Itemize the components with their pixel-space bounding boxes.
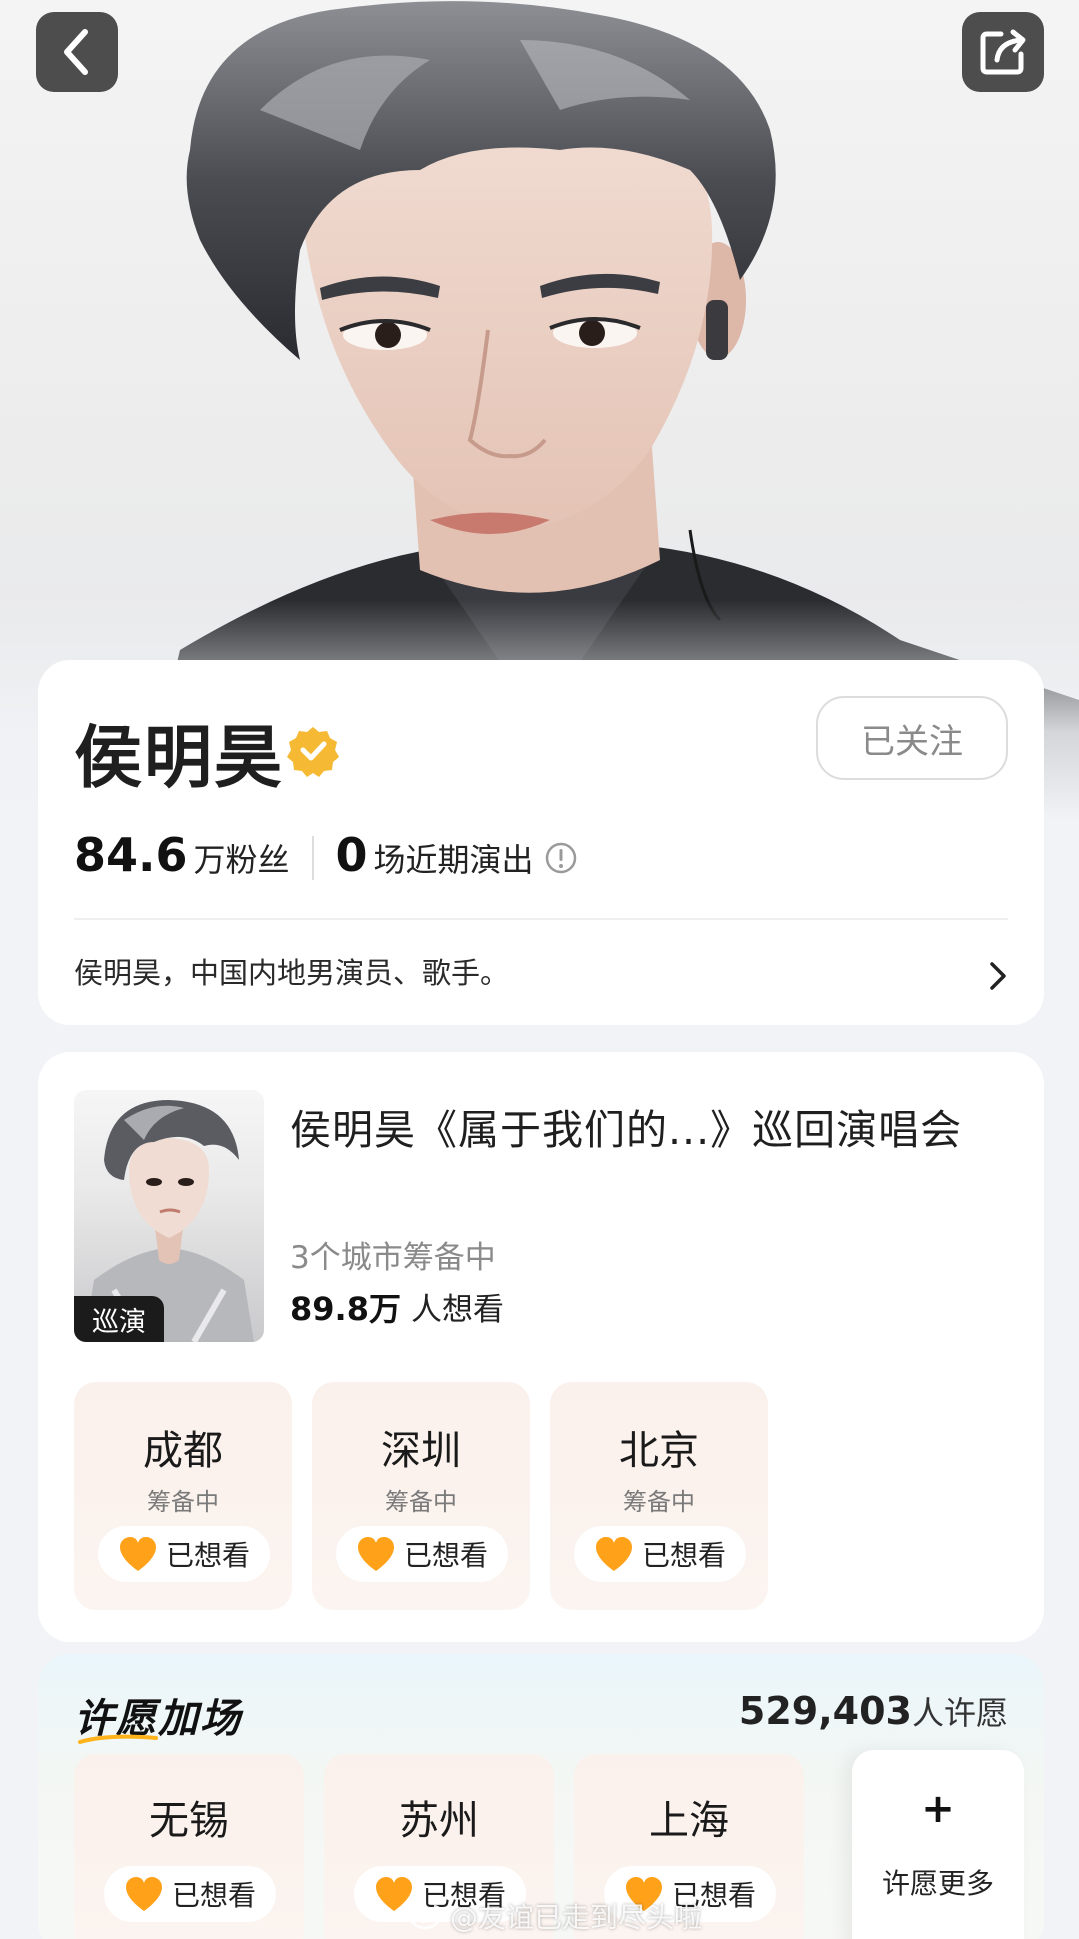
- heart-icon: [595, 1537, 632, 1571]
- artist-profile-card: 侯明昊 已关注 84.6 万粉丝 0 场近期演出 侯明昊，中国内地男演员、歌手。: [38, 660, 1044, 1025]
- share-button[interactable]: [962, 12, 1044, 92]
- city-name: 深圳: [381, 1428, 461, 1474]
- tour-title[interactable]: 侯明昊《属于我们的...》巡回演唱会: [290, 1096, 962, 1156]
- city-name: 北京: [619, 1428, 699, 1474]
- stats-row: 84.6 万粉丝 0 场近期演出: [74, 828, 578, 888]
- wish-more-label: 许愿更多: [881, 1867, 994, 1900]
- weibo-icon: [410, 1904, 443, 1930]
- tour-want-label: 人想看: [410, 1292, 504, 1328]
- profile-divider: [74, 918, 1008, 920]
- wish-count: 529,403 人许愿: [739, 1688, 1008, 1734]
- want-label: 已想看: [171, 1879, 256, 1912]
- chevron-right-icon[interactable]: [986, 958, 1010, 994]
- city-name: 苏州: [399, 1798, 479, 1844]
- want-label: 已想看: [165, 1539, 250, 1572]
- city-name: 上海: [649, 1798, 729, 1844]
- heart-icon: [119, 1537, 156, 1571]
- heart-icon: [375, 1877, 412, 1911]
- shows-label: 场近期演出: [373, 841, 534, 879]
- chevron-left-icon: [64, 29, 88, 75]
- city-status: 筹备中: [623, 1488, 695, 1516]
- tour-poster[interactable]: 巡演: [74, 1090, 264, 1342]
- wish-more-button[interactable]: + 许愿更多: [852, 1750, 1024, 1939]
- watermark: @友谊已走到尽头啦: [410, 1896, 702, 1936]
- want-label: 已想看: [641, 1539, 726, 1572]
- want-to-see-button[interactable]: 已想看: [104, 1866, 276, 1922]
- artist-name: 侯明昊: [74, 719, 285, 798]
- wish-count-label: 人许愿: [911, 1694, 1008, 1732]
- heart-icon: [125, 1877, 162, 1911]
- tour-card[interactable]: 巡演 侯明昊《属于我们的...》巡回演唱会 3个城市筹备中 89.8万 人想看 …: [38, 1052, 1044, 1642]
- tour-cities-status: 3个城市筹备中: [290, 1240, 496, 1276]
- shows-count: 0: [335, 828, 368, 882]
- share-icon: [980, 29, 1026, 75]
- want-to-see-button[interactable]: 已想看: [98, 1526, 270, 1582]
- city-status: 筹备中: [385, 1488, 457, 1516]
- want-to-see-button[interactable]: 已想看: [574, 1526, 746, 1582]
- want-to-see-button[interactable]: 已想看: [336, 1526, 508, 1582]
- verified-badge-icon: [287, 727, 339, 777]
- fans-label: 万粉丝: [193, 841, 290, 879]
- tour-want-number: 89.8万: [290, 1290, 401, 1328]
- heart-icon: [357, 1537, 394, 1571]
- tour-badge: 巡演: [74, 1296, 164, 1342]
- city-status: 筹备中: [147, 1488, 219, 1516]
- stats-divider: [311, 836, 314, 880]
- plus-icon: +: [921, 1786, 955, 1832]
- wish-city-tile-wuxi[interactable]: 无锡 已想看: [74, 1754, 304, 1939]
- artist-bio[interactable]: 侯明昊，中国内地男演员、歌手。: [74, 950, 509, 992]
- city-tile-chengdu[interactable]: 成都 筹备中 已想看: [74, 1382, 292, 1610]
- city-name: 成都: [143, 1428, 223, 1474]
- tour-want-count: 89.8万 人想看: [290, 1284, 504, 1330]
- fans-count: 84.6: [74, 828, 188, 882]
- info-icon[interactable]: [544, 841, 578, 875]
- wish-count-number: 529,403: [738, 1689, 912, 1733]
- back-button[interactable]: [36, 12, 118, 92]
- want-label: 已想看: [403, 1539, 488, 1572]
- follow-button[interactable]: 已关注: [816, 696, 1008, 780]
- title-underline-decoration: [78, 1734, 158, 1744]
- city-tile-shenzhen[interactable]: 深圳 筹备中 已想看: [312, 1382, 530, 1610]
- watermark-text: @友谊已走到尽头啦: [450, 1901, 703, 1934]
- city-name: 无锡: [149, 1798, 229, 1844]
- city-tile-beijing[interactable]: 北京 筹备中 已想看: [550, 1382, 768, 1610]
